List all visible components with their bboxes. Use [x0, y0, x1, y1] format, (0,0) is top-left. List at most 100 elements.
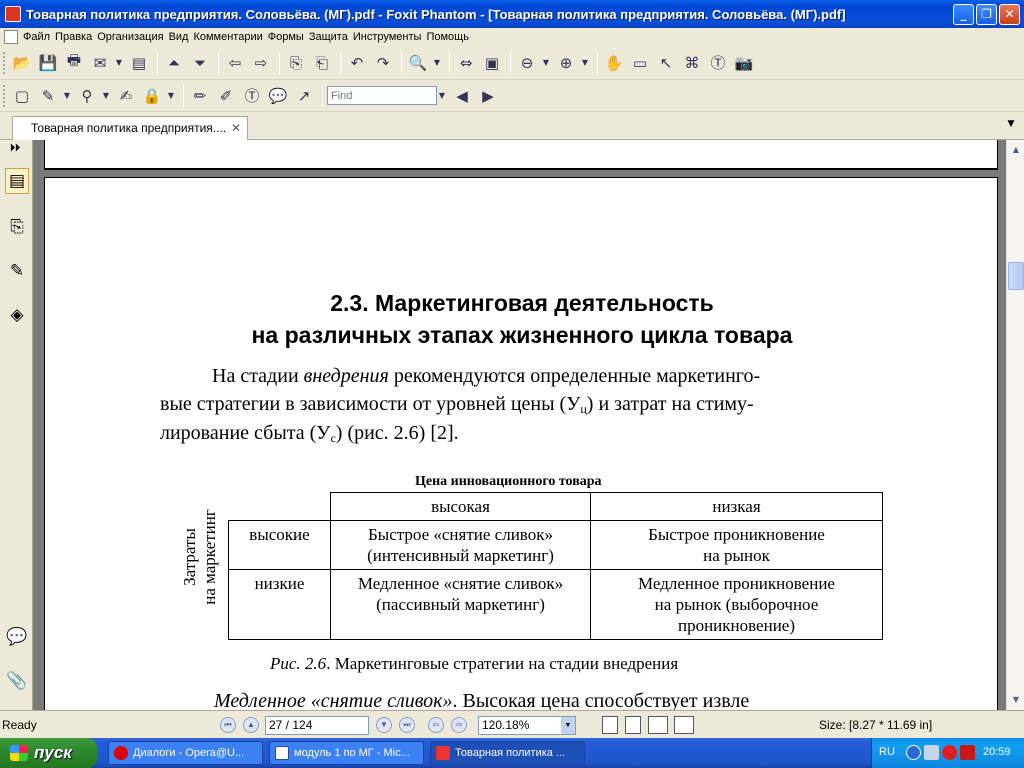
save-icon[interactable]: 💾 — [36, 51, 60, 75]
text-tool-icon[interactable]: Ⓣ — [706, 51, 730, 75]
zoom-in-dropdown-icon[interactable]: ▼ — [580, 51, 590, 75]
email-icon[interactable]: ✉ — [88, 51, 112, 75]
find-previous-icon[interactable]: ◀ — [450, 84, 474, 108]
zoom-dropdown-icon[interactable]: ▼ — [432, 51, 442, 75]
next-view-icon[interactable]: ⇨ — [451, 717, 467, 733]
tray-back-icon[interactable] — [906, 745, 921, 760]
taskbar-item-opera[interactable]: Диалоги - Opera@U... — [108, 741, 263, 765]
edit-document-icon[interactable]: ✎ — [36, 84, 60, 108]
close-button[interactable]: ✕ — [999, 3, 1020, 25]
zoom-in-circle-icon[interactable]: ⊕ — [554, 51, 578, 75]
find-dropdown-icon[interactable]: ▼ — [437, 84, 447, 108]
next-page-icon[interactable]: ⏷ — [188, 51, 212, 75]
zoom-dropdown-arrow-icon[interactable]: ▼ — [561, 717, 575, 734]
maximize-button[interactable]: ❐ — [976, 3, 997, 25]
language-indicator[interactable]: RU — [879, 746, 895, 758]
document-tab[interactable]: Товарная политика предприятия.... ✕ — [12, 116, 248, 140]
back-arrow-icon[interactable]: ⇦ — [223, 51, 247, 75]
edit-dropdown-icon[interactable]: ▼ — [62, 84, 72, 108]
page-number-input[interactable]: 27 / 124 — [265, 716, 369, 735]
facing-view-icon[interactable] — [648, 716, 668, 734]
zoom-level-select[interactable]: 120.18% ▼ — [478, 716, 576, 735]
document-viewport[interactable]: 2.3. Маркетинговая деятельность на разли… — [33, 140, 1006, 710]
arrow-tool-icon[interactable]: ↗ — [292, 84, 316, 108]
snapshot-camera-icon[interactable]: 📷 — [732, 51, 756, 75]
continuous-facing-view-icon[interactable] — [674, 716, 694, 734]
lock-icon[interactable]: 🔒 — [140, 84, 164, 108]
opera-tray-icon[interactable] — [942, 745, 957, 760]
email-dropdown-icon[interactable]: ▼ — [114, 51, 124, 75]
sign-icon[interactable]: ✍ — [114, 84, 138, 108]
menu-protect[interactable]: Защита — [309, 31, 353, 43]
find-next-icon[interactable]: ▶ — [476, 84, 500, 108]
antivirus-icon[interactable] — [960, 745, 975, 760]
tab-close-icon[interactable]: ✕ — [229, 121, 243, 135]
menu-organize[interactable]: Организация — [97, 31, 168, 43]
menu-file[interactable]: Файл — [23, 31, 55, 43]
binoculars-icon[interactable]: ⌘ — [680, 51, 704, 75]
select-arrow-icon[interactable]: ↖ — [654, 51, 678, 75]
hand-tool-icon[interactable]: ✋ — [602, 51, 626, 75]
forward-arrow-icon[interactable]: ⇨ — [249, 51, 273, 75]
pages-panel-icon[interactable]: ▤ — [5, 168, 29, 194]
tab-list-dropdown-icon[interactable]: ▼ — [1004, 119, 1018, 133]
open-folder-icon[interactable]: 📂 — [10, 51, 34, 75]
next-page-status-icon[interactable]: ▼ — [376, 717, 392, 733]
zoom-out-circle-icon[interactable]: ⊖ — [515, 51, 539, 75]
taskbar-item-foxit[interactable]: Товарная политика ... — [430, 741, 585, 765]
menu-help[interactable]: Помощь — [426, 31, 474, 43]
first-page-icon[interactable]: ⏮ — [220, 717, 236, 733]
bookmarks-panel-icon[interactable]: ⎘ — [5, 214, 29, 240]
taskbar-item-word[interactable]: модуль 1 по МГ - Mic... — [269, 741, 424, 765]
note-edit-icon[interactable]: ✐ — [214, 84, 238, 108]
typewriter-icon[interactable]: Ⓣ — [240, 84, 264, 108]
start-button[interactable]: пуск — [0, 738, 97, 768]
foxit-app-icon[interactable] — [5, 6, 21, 22]
form-edit-icon[interactable]: ✏ — [188, 84, 212, 108]
layers-panel-icon[interactable]: ✎ — [5, 258, 29, 284]
document-properties-icon[interactable]: ▢ — [10, 84, 34, 108]
scanner-icon[interactable]: ▤ — [127, 51, 151, 75]
menu-tools[interactable]: Инструменты — [353, 31, 427, 43]
vertical-scrollbar[interactable]: ▲ ▼ — [1006, 140, 1024, 710]
attachments-panel-icon[interactable]: 📎 — [5, 668, 29, 694]
insert-pages-icon[interactable]: ⎗ — [310, 51, 334, 75]
last-page-icon[interactable]: ⏭ — [399, 717, 415, 733]
redo-icon[interactable]: ↷ — [371, 51, 395, 75]
zoom-out-dropdown-icon[interactable]: ▼ — [541, 51, 551, 75]
extract-pages-icon[interactable]: ⎘ — [284, 51, 308, 75]
lock-dropdown-icon[interactable]: ▼ — [166, 84, 176, 108]
fit-page-icon[interactable]: ▣ — [480, 51, 504, 75]
previous-view-icon[interactable]: ⇦ — [428, 717, 444, 733]
zoom-in-icon[interactable]: 🔍 — [406, 51, 430, 75]
fit-width-icon[interactable]: ⇔ — [454, 51, 478, 75]
toolbar-separator — [340, 51, 341, 74]
menu-edit[interactable]: Правка — [55, 31, 97, 43]
menu-view[interactable]: Вид — [169, 31, 194, 43]
expand-panel-icon[interactable]: ⏵⏵ — [10, 143, 20, 154]
scroll-down-arrow-icon[interactable]: ▼ — [1008, 692, 1024, 708]
scrollbar-thumb[interactable] — [1008, 262, 1024, 290]
select-text-icon[interactable]: ▭ — [628, 51, 652, 75]
prev-page-status-icon[interactable]: ▲ — [243, 717, 259, 733]
stamp-dropdown-icon[interactable]: ▼ — [101, 84, 111, 108]
previous-page-icon[interactable]: ⏶ — [162, 51, 186, 75]
print-icon[interactable]: 🖶 — [62, 51, 86, 75]
signatures-panel-icon[interactable]: ◈ — [5, 302, 29, 328]
continuous-view-icon[interactable] — [625, 716, 641, 734]
comments-panel-icon[interactable]: 💬 — [5, 624, 29, 650]
toolbar-grip[interactable] — [3, 51, 6, 74]
pdf-page[interactable]: 2.3. Маркетинговая деятельность на разли… — [44, 177, 998, 710]
menu-comments[interactable]: Комментарии — [193, 31, 267, 43]
document-menu-icon[interactable] — [4, 30, 18, 44]
menu-forms[interactable]: Формы — [268, 31, 309, 43]
toolbar-grip[interactable] — [3, 84, 6, 107]
single-page-view-icon[interactable] — [602, 716, 618, 734]
scroll-up-arrow-icon[interactable]: ▲ — [1008, 142, 1024, 158]
network-icon[interactable] — [924, 745, 939, 760]
stamp-icon[interactable]: ⚲ — [75, 84, 99, 108]
minimize-button[interactable]: _ — [953, 3, 974, 25]
undo-icon[interactable]: ↶ — [345, 51, 369, 75]
find-input[interactable] — [327, 86, 437, 105]
comment-note-icon[interactable]: 💬 — [266, 84, 290, 108]
